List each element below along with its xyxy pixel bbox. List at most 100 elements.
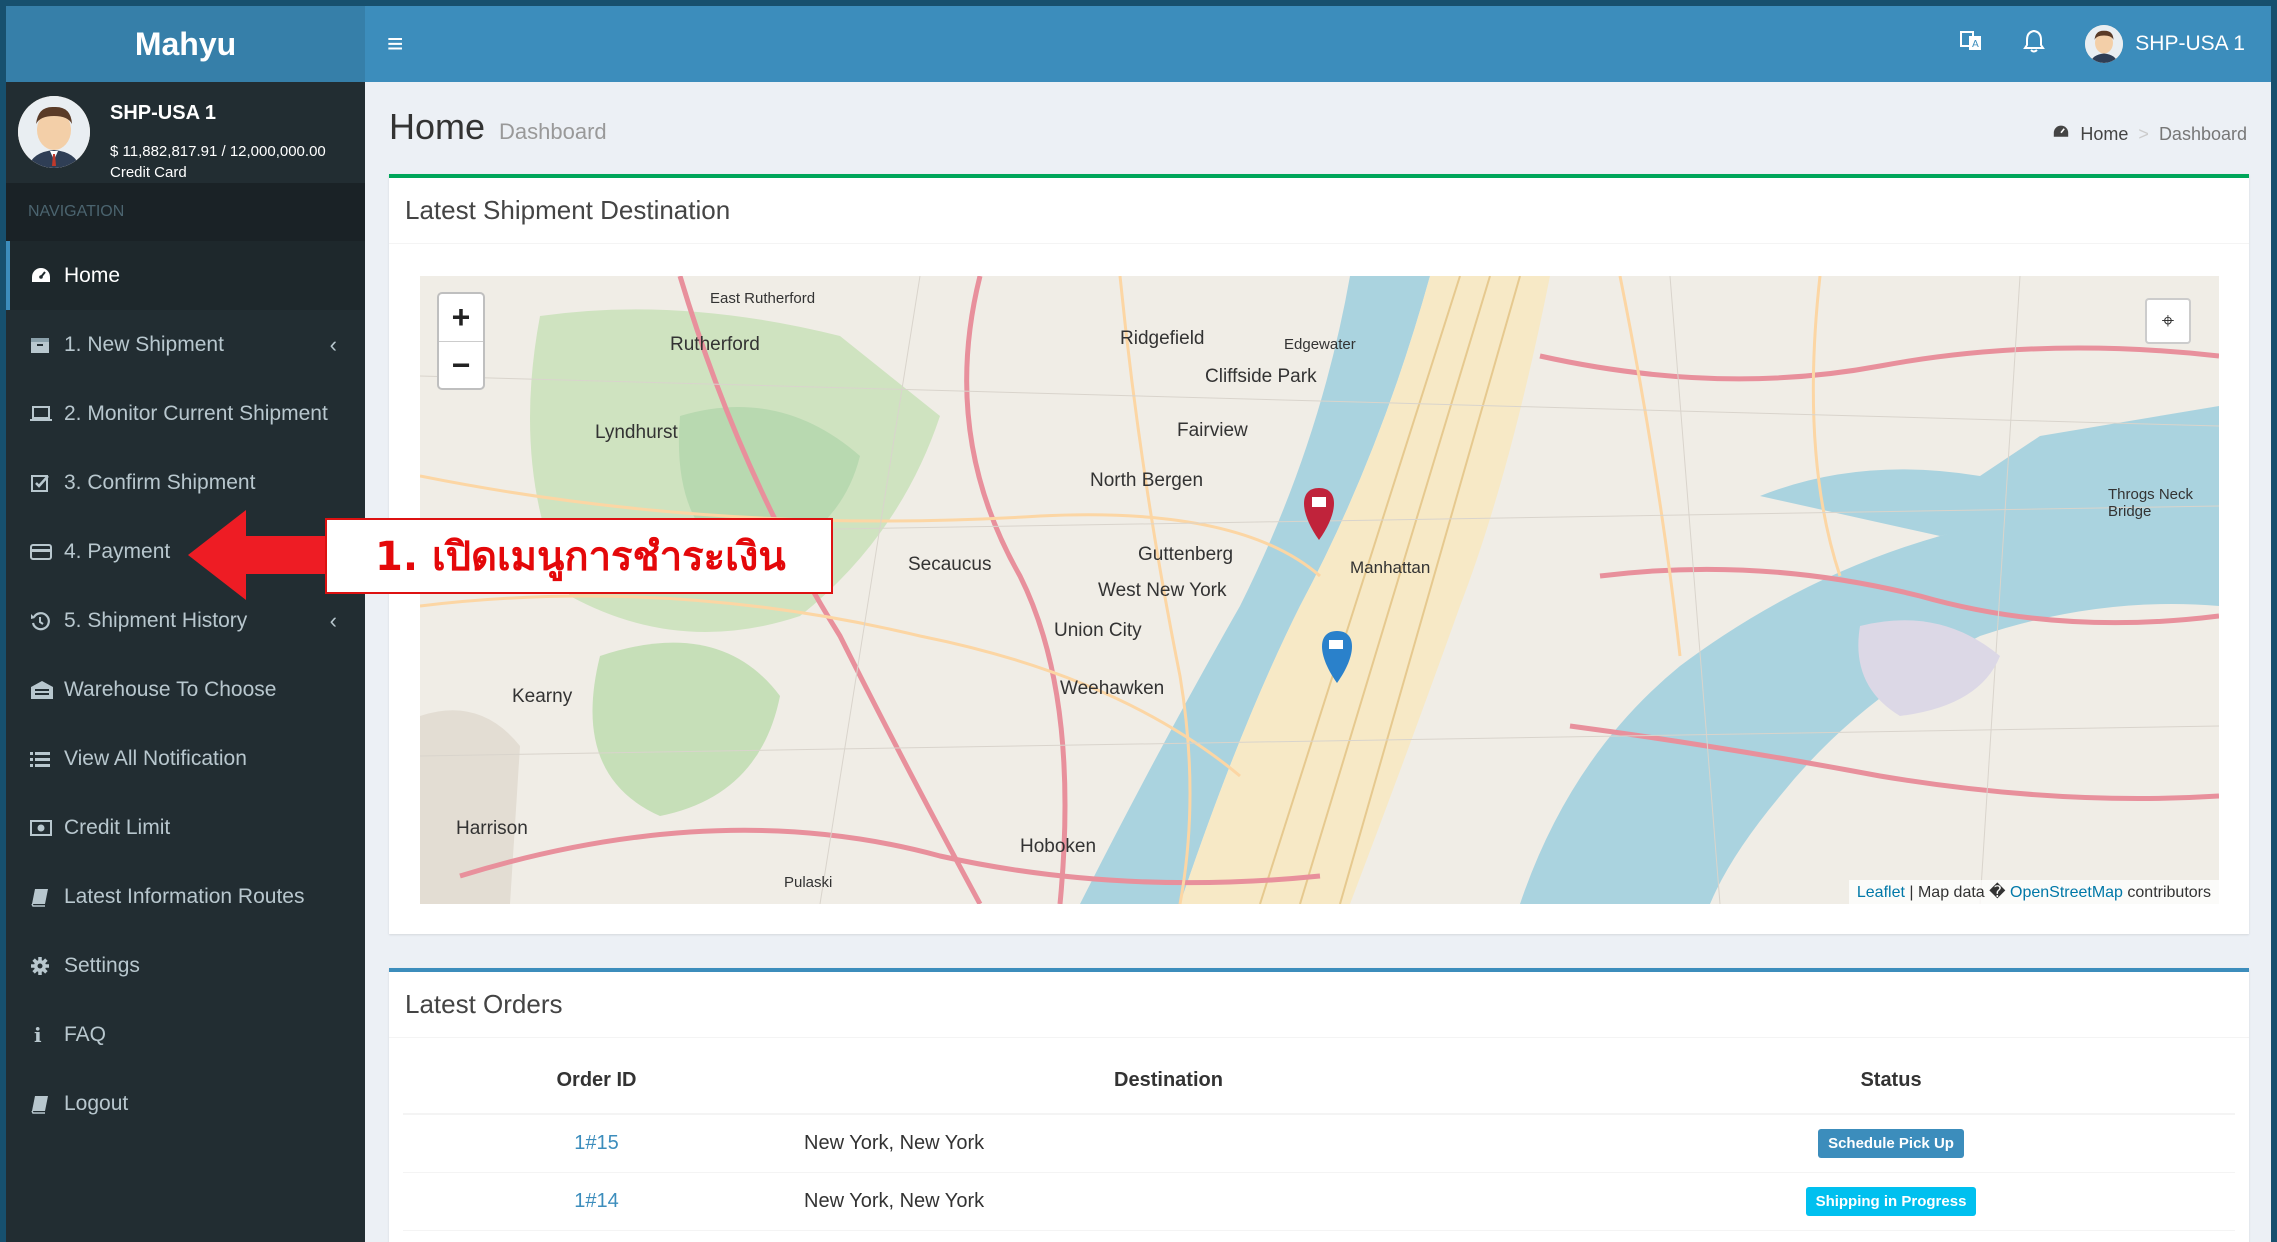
sidebar-item-label: 2. Monitor Current Shipment — [64, 401, 328, 425]
map-place-label: West New York — [1098, 580, 1227, 601]
book-icon — [30, 887, 64, 907]
sidebar-item-label: 4. Payment — [64, 539, 171, 563]
nav-header: NAVIGATION — [6, 183, 365, 241]
list-icon — [30, 750, 64, 768]
bell-icon[interactable] — [2023, 29, 2046, 60]
check-square-icon — [30, 473, 64, 493]
sidebar-item-label: Latest Information Routes — [64, 884, 305, 908]
map-place-label: Throgs Neck Bridge — [2108, 486, 2194, 520]
map-place-label: Rutherford — [670, 334, 760, 355]
sidebar-item-latest-routes[interactable]: Latest Information Routes — [6, 862, 365, 931]
breadcrumb-home-link[interactable]: Home — [2080, 124, 2128, 145]
chevron-left-icon: ‹ — [329, 331, 337, 357]
attribution-text: contributors — [2127, 884, 2211, 901]
translate-icon[interactable]: A — [1959, 29, 1983, 60]
dashboard-icon — [2052, 124, 2070, 145]
map-place-label: North Bergen — [1090, 470, 1204, 491]
dashboard-icon — [30, 266, 64, 286]
order-destination: New York, New York — [790, 1172, 1547, 1231]
sidebar-item-home[interactable]: Home — [6, 241, 365, 310]
map-place-label: Manhattan — [1350, 558, 1431, 577]
map-place-label: Harrison — [456, 818, 528, 839]
order-id-link[interactable]: 1#14 — [403, 1172, 790, 1231]
sidebar-item-label: 1. New Shipment — [64, 332, 224, 356]
page-title: Home — [389, 106, 486, 147]
sidebar-item-logout[interactable]: Logout — [6, 1069, 365, 1138]
breadcrumb-current: Dashboard — [2158, 124, 2247, 144]
user-name: SHP-USA 1 — [110, 102, 216, 124]
user-menu[interactable]: SHP-USA 1 — [2085, 25, 2245, 63]
breadcrumb-separator: > — [2138, 124, 2149, 144]
info-icon: i — [34, 1022, 42, 1047]
sidebar-item-label: 5. Shipment History — [64, 608, 248, 632]
sidebar-item-label: 3. Confirm Shipment — [64, 470, 256, 494]
map-place-label: Weehawken — [1060, 678, 1165, 699]
map-place-label: Union City — [1054, 620, 1142, 641]
user-payment-method: Credit Card — [110, 164, 187, 181]
history-icon — [30, 611, 64, 631]
svg-text:A: A — [1972, 39, 1979, 50]
table-row: 1#14 New York, New York Shipping in Prog… — [403, 1172, 2235, 1231]
latest-orders-panel: Latest Orders Order ID Destination Statu… — [389, 968, 2249, 1242]
sidebar-item-label: Logout — [64, 1091, 129, 1115]
sidebar-item-label: View All Notification — [64, 746, 247, 770]
map-place-label: Kearny — [512, 686, 573, 707]
sidebar-item-faq[interactable]: i FAQ — [6, 1000, 365, 1069]
map-place-label: Cliffside Park — [1205, 366, 1317, 387]
warehouse-icon — [30, 680, 64, 700]
sidebar-item-monitor-shipment[interactable]: 2. Monitor Current Shipment — [6, 379, 365, 448]
top-user-name: SHP-USA 1 — [2135, 32, 2245, 55]
sidebar-item-settings[interactable]: Settings — [6, 931, 365, 1000]
main-content: Home Dashboard Home > Dashboard Latest S… — [365, 82, 2271, 1242]
sidebar-item-confirm-shipment[interactable]: 3. Confirm Shipment — [6, 448, 365, 517]
book-icon — [30, 1094, 64, 1114]
map-zoom-control: + − — [437, 292, 485, 390]
locate-crosshair-icon[interactable]: ⌖ — [2145, 298, 2191, 344]
zoom-out-button[interactable]: − — [439, 341, 483, 388]
sidebar-item-label: Home — [64, 263, 121, 287]
sidebar-item-warehouse[interactable]: Warehouse To Choose — [6, 655, 365, 724]
map-place-label: Secaucus — [908, 554, 992, 575]
sidebar-item-label: Credit Limit — [64, 815, 171, 839]
map-place-label: Hoboken — [1020, 836, 1097, 857]
map-place-label: Guttenberg — [1138, 544, 1234, 565]
chevron-left-icon: ‹ — [329, 607, 337, 633]
panel-title: Latest Orders — [389, 972, 2249, 1038]
map-place-label: Edgewater — [1284, 336, 1356, 353]
user-balance: $ 11,882,817.91 / 12,000,000.00 — [110, 143, 326, 160]
sidebar-item-label: FAQ — [64, 1022, 107, 1046]
gear-icon — [30, 956, 64, 976]
sidebar-item-label: Settings — [64, 953, 140, 977]
map-attribution: Leaflet | Map data � OpenStreetMap contr… — [1848, 880, 2219, 904]
sidebar-item-notifications[interactable]: View All Notification — [6, 724, 365, 793]
annotation-arrow-icon — [188, 510, 338, 600]
map-place-label: Lyndhurst — [595, 422, 678, 443]
breadcrumb: Home > Dashboard — [2052, 124, 2247, 145]
brand-logo[interactable]: Mahyu — [6, 6, 365, 82]
user-panel: SHP-USA 1 $ 11,882,817.91 / 12,000,000.0… — [6, 82, 365, 183]
avatar — [18, 96, 90, 168]
order-destination: New York, New York — [790, 1114, 1547, 1173]
sidebar-item-new-shipment[interactable]: 1. New Shipment ‹ — [6, 310, 365, 379]
shipment-box-icon — [30, 335, 64, 355]
map-place-label: Pulaski — [784, 874, 833, 891]
sidebar-item-credit-limit[interactable]: Credit Limit — [6, 793, 365, 862]
panel-title: Latest Shipment Destination — [389, 178, 2249, 244]
sidebar-item-label: Warehouse To Choose — [64, 677, 277, 701]
order-id-link[interactable]: 1#15 — [403, 1114, 790, 1173]
map-place-label: Fairview — [1177, 420, 1248, 441]
leaflet-link[interactable]: Leaflet — [1857, 884, 1905, 901]
top-navbar: ≡ A SHP-USA 1 — [365, 6, 2271, 82]
money-icon — [30, 819, 64, 837]
credit-card-icon — [30, 543, 64, 561]
annotation-callout: 1. เปิดเมนูการชำระเงิน — [325, 518, 833, 594]
orders-table: Order ID Destination Status 1#15 New Yor… — [403, 1048, 2235, 1231]
status-badge: Shipping in Progress — [1805, 1186, 1977, 1216]
sidebar: Mahyu SHP-USA 1 $ 11,882,817.91 / 12,000… — [6, 6, 365, 1242]
hamburger-menu-icon[interactable]: ≡ — [387, 28, 403, 60]
column-header: Order ID — [403, 1048, 790, 1115]
zoom-in-button[interactable]: + — [439, 294, 483, 341]
openstreetmap-link[interactable]: OpenStreetMap — [2010, 884, 2123, 901]
attribution-text: | Map data � — [1909, 884, 2006, 901]
avatar — [2085, 25, 2124, 63]
